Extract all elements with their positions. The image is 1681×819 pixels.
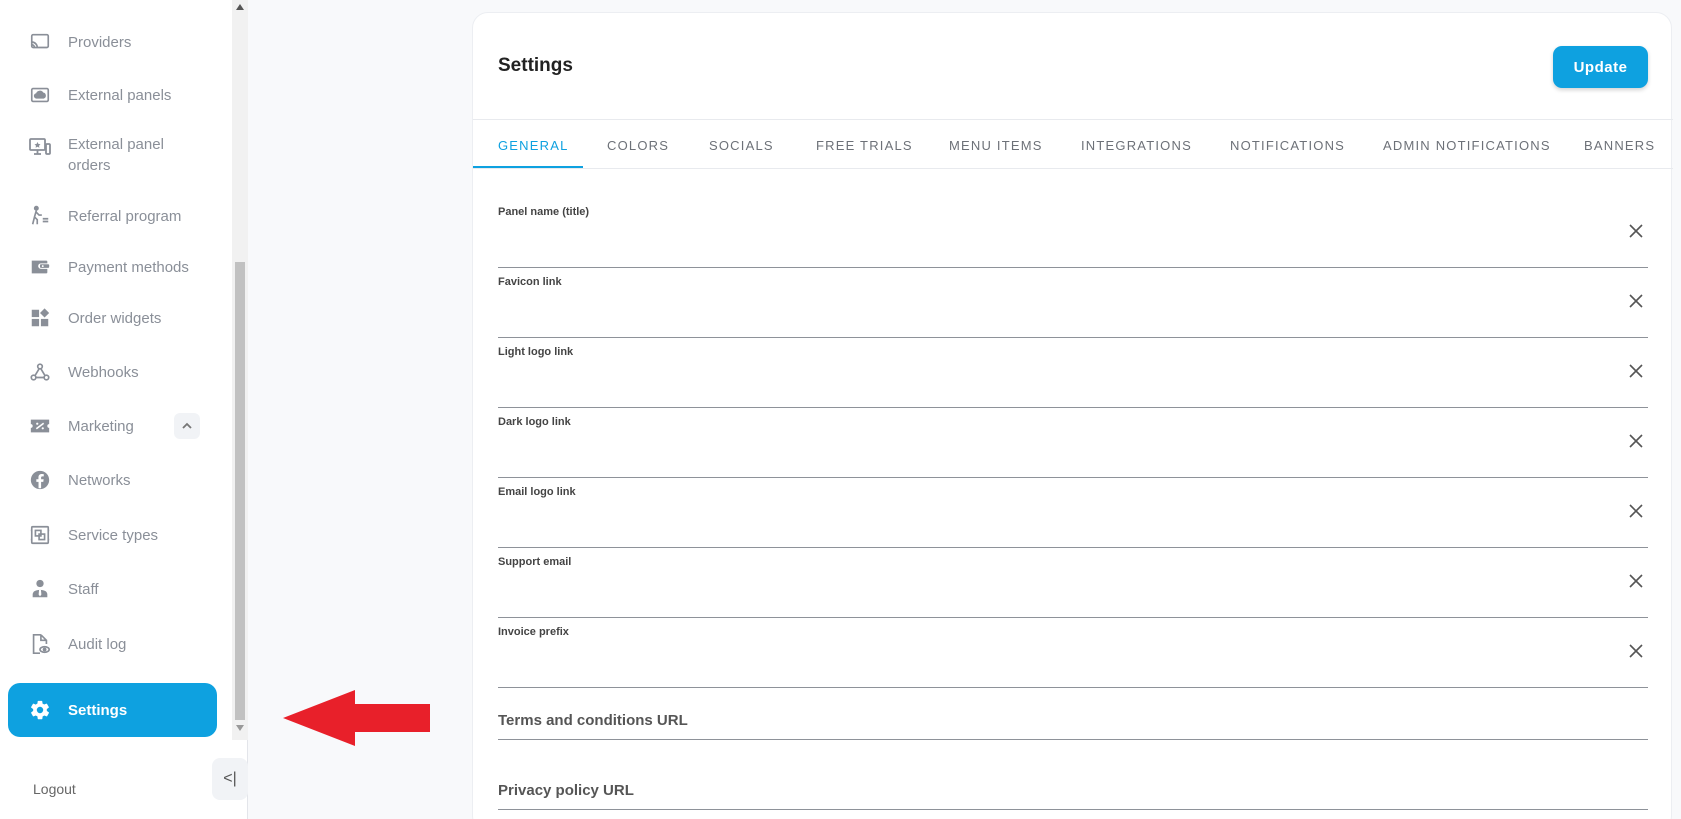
clear-icon[interactable] (1628, 433, 1644, 449)
field-label: Dark logo link (498, 416, 571, 428)
invoice-prefix-field[interactable]: Invoice prefix (498, 626, 1648, 688)
sidebar-item-payment-methods[interactable]: Payment methods (8, 252, 217, 282)
cloud-panel-icon (28, 83, 52, 107)
field-label: Email logo link (498, 486, 576, 498)
clear-icon[interactable] (1628, 223, 1644, 239)
collapse-sidebar-icon: <| (223, 770, 237, 787)
sidebar-scrollbar[interactable] (232, 0, 248, 740)
dark-logo-link-field[interactable]: Dark logo link (498, 416, 1648, 478)
sidebar-item-networks[interactable]: Networks (8, 465, 217, 495)
clear-icon[interactable] (1628, 503, 1644, 519)
sidebar-item-label-line2: orders (68, 157, 111, 174)
field-label: Favicon link (498, 276, 562, 288)
sidebar-item-label: Referral program (68, 207, 182, 225)
tab-colors[interactable]: COLORS (607, 138, 669, 153)
red-arrow-annotation (283, 690, 430, 746)
tab-free-trials[interactable]: FREE TRIALS (816, 138, 913, 153)
divider (473, 168, 1673, 169)
tab-notifications[interactable]: NOTIFICATIONS (1230, 138, 1345, 153)
tab-general[interactable]: GENERAL (498, 138, 569, 153)
sidebar-item-label: Order widgets (68, 309, 162, 327)
scroll-down-icon[interactable] (236, 725, 244, 731)
file-eye-icon (28, 632, 52, 656)
scrollbar-thumb[interactable] (235, 262, 245, 720)
field-label: Light logo link (498, 346, 574, 358)
sidebar-item-label: External panel orders (68, 134, 164, 176)
sidebar-item-audit-log[interactable]: Audit log (8, 629, 217, 659)
person-tie-icon (28, 577, 52, 601)
clear-icon[interactable] (1628, 293, 1644, 309)
sidebar-item-label: Networks (68, 471, 131, 489)
divider (473, 119, 1673, 120)
sidebar-item-label: External panels (68, 86, 172, 104)
terms-url-field[interactable]: Terms and conditions URL (498, 708, 1648, 740)
webhook-icon (28, 360, 52, 384)
facebook-icon (28, 468, 52, 492)
logout-link[interactable]: Logout (33, 781, 76, 797)
sidebar-item-marketing[interactable]: Marketing (8, 411, 217, 441)
field-label: Support email (498, 556, 572, 568)
tab-menu-items[interactable]: MENU ITEMS (949, 138, 1043, 153)
monitor-star-icon (28, 136, 52, 160)
tab-admin-notifications[interactable]: ADMIN NOTIFICATIONS (1383, 138, 1551, 153)
collapse-sidebar-button[interactable]: <| (212, 758, 248, 800)
panel-name-field[interactable]: Panel name (title) (498, 206, 1648, 268)
sidebar-nav: Providers External panels External panel… (0, 0, 232, 740)
sidebar-item-label: Staff (68, 580, 99, 598)
clear-icon[interactable] (1628, 573, 1644, 589)
sidebar-item-webhooks[interactable]: Webhooks (8, 357, 217, 387)
sidebar-item-label: Audit log (68, 635, 127, 653)
widgets-icon (28, 306, 52, 330)
field-label: Terms and conditions URL (498, 712, 688, 729)
email-logo-link-field[interactable]: Email logo link (498, 486, 1648, 548)
field-label: Invoice prefix (498, 626, 569, 638)
sidebar-item-label: Service types (68, 526, 159, 544)
sidebar-item-label: Providers (68, 33, 132, 51)
tab-socials[interactable]: SOCIALS (709, 138, 774, 153)
settings-card: Settings Update GENERAL COLORS SOCIALS F… (472, 12, 1673, 819)
tab-banners[interactable]: BANNERS (1584, 138, 1655, 153)
field-label: Privacy policy URL (498, 782, 634, 799)
sidebar-item-staff[interactable]: Staff (8, 574, 217, 604)
sidebar-item-service-types[interactable]: Service types (8, 520, 217, 550)
sidebar-item-order-widgets[interactable]: Order widgets (8, 303, 217, 333)
sidebar-item-label-line1: External panel (68, 136, 164, 153)
sidebar-item-label: Payment methods (68, 258, 189, 276)
sidebar-item-referral-program[interactable]: Referral program (8, 201, 217, 231)
update-button[interactable]: Update (1553, 46, 1648, 88)
ticket-percent-icon (28, 414, 52, 438)
tab-integrations[interactable]: INTEGRATIONS (1081, 138, 1192, 153)
clear-icon[interactable] (1628, 643, 1644, 659)
sidebar-item-label: Webhooks (68, 363, 139, 381)
gear-icon (28, 698, 52, 722)
cast-icon (28, 30, 52, 54)
scroll-up-icon[interactable] (236, 4, 244, 10)
sidebar-item-external-panels[interactable]: External panels (8, 80, 217, 110)
sidebar-item-external-panel-orders[interactable]: External panel orders (8, 134, 217, 178)
sidebar-item-settings[interactable]: Settings (8, 683, 217, 737)
sidebar: Providers External panels External panel… (0, 0, 248, 819)
service-types-icon (28, 523, 52, 547)
privacy-url-field[interactable]: Privacy policy URL (498, 778, 1648, 810)
clear-icon[interactable] (1628, 363, 1644, 379)
chevron-up-icon[interactable] (174, 413, 200, 439)
support-email-field[interactable]: Support email (498, 556, 1648, 618)
page-title: Settings (498, 55, 573, 76)
light-logo-link-field[interactable]: Light logo link (498, 346, 1648, 408)
wallet-icon (28, 255, 52, 279)
sidebar-item-label: Marketing (68, 417, 134, 435)
sidebar-item-label: Settings (68, 701, 128, 719)
sidebar-item-providers[interactable]: Providers (8, 27, 217, 57)
field-label: Panel name (title) (498, 206, 590, 218)
walking-person-icon (28, 204, 52, 228)
favicon-link-field[interactable]: Favicon link (498, 276, 1648, 338)
